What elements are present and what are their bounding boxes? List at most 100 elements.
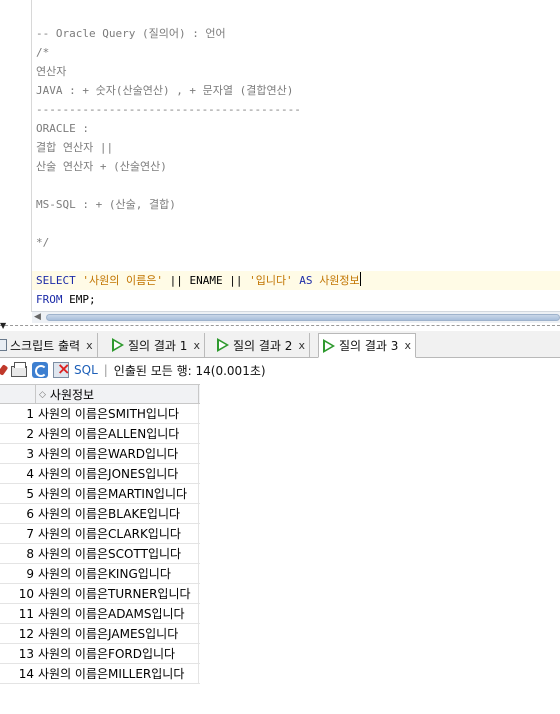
table-cell[interactable]: 사원의 이름은SMITH입니다 bbox=[38, 404, 199, 424]
row-number: 14 bbox=[18, 667, 34, 681]
table-row[interactable]: 8 사원의 이름은SCOTT입니다 bbox=[0, 544, 200, 564]
table-row[interactable]: 7 사원의 이름은CLARK입니다 bbox=[0, 524, 200, 544]
table-cell[interactable]: 사원의 이름은KING입니다 bbox=[38, 564, 199, 584]
code-token: ENAME bbox=[189, 274, 223, 287]
table-cell[interactable]: 사원의 이름은FORD입니다 bbox=[38, 644, 199, 664]
results-tab-bar: 스크립트 출력 x 질의 결과 1 x 질의 결과 2 x 질의 결과 3 x bbox=[0, 331, 560, 358]
table-row[interactable]: 1 사원의 이름은SMITH입니다 bbox=[0, 404, 200, 424]
code-line[interactable]: 연산자 bbox=[36, 62, 66, 81]
code-token: MS-SQL : + (산술, 결합) bbox=[36, 198, 176, 211]
fetch-status-text: 인출된 모든 행: 14(0.001초) bbox=[113, 363, 266, 378]
code-line[interactable]: JAVA : + 숫자(산술연산) , + 문자열 (결합연산) bbox=[36, 81, 293, 100]
code-token: SELECT bbox=[36, 274, 83, 287]
code-line[interactable]: FROM EMP; bbox=[36, 290, 96, 309]
row-number: 11 bbox=[18, 607, 34, 621]
row-number: 5 bbox=[26, 487, 34, 501]
code-line[interactable]: SELECT '사원의 이름은' || ENAME || '입니다' AS 사원… bbox=[36, 271, 361, 290]
results-toolbar: SQL | 인출된 모든 행: 14(0.001초) bbox=[0, 358, 560, 382]
editor-horizontal-scrollbar[interactable]: ◀ bbox=[32, 311, 560, 323]
refresh-icon[interactable] bbox=[32, 362, 48, 378]
gutter-divider bbox=[31, 0, 32, 312]
table-row[interactable]: 6 사원의 이름은BLAKE입니다 bbox=[0, 504, 200, 524]
code-line[interactable]: 산술 연산자 + (산술연산) bbox=[36, 157, 167, 176]
table-cell[interactable]: 사원의 이름은ALLEN입니다 bbox=[38, 424, 199, 444]
text-caret bbox=[359, 272, 361, 286]
code-line[interactable]: /* bbox=[36, 43, 49, 62]
table-row[interactable]: 2 사원의 이름은ALLEN입니다 bbox=[0, 424, 200, 444]
code-line[interactable]: ---------------------------------------- bbox=[36, 100, 301, 119]
tab-label: 질의 결과 1 bbox=[128, 338, 188, 353]
table-cell[interactable]: 사원의 이름은SCOTT입니다 bbox=[38, 544, 199, 564]
code-token: */ bbox=[36, 236, 50, 249]
code-line[interactable]: 결합 연산자 || bbox=[36, 138, 113, 157]
pin-icon[interactable] bbox=[0, 364, 9, 376]
scrollbar-thumb[interactable] bbox=[46, 314, 560, 321]
code-line[interactable]: -- Oracle Query (질의어) : 언어 bbox=[36, 24, 226, 43]
close-icon[interactable]: x bbox=[298, 339, 305, 352]
row-number-header[interactable] bbox=[0, 385, 36, 404]
code-token: -- Oracle Query (질의어) : 언어 bbox=[36, 27, 226, 40]
table-cell[interactable]: 사원의 이름은MILLER입니다 bbox=[38, 664, 199, 684]
row-number: 3 bbox=[26, 447, 34, 461]
code-line[interactable]: */ bbox=[36, 233, 49, 252]
collapse-arrow-icon[interactable]: ▼ bbox=[0, 321, 6, 330]
close-icon[interactable]: x bbox=[404, 339, 411, 352]
print-icon[interactable] bbox=[11, 362, 27, 377]
row-number: 2 bbox=[26, 427, 34, 441]
tab-query-result-0[interactable]: 스크립트 출력 x bbox=[0, 333, 98, 357]
table-cell[interactable]: 사원의 이름은ADAMS입니다 bbox=[38, 604, 199, 624]
code-token: '사원의 이름은' bbox=[82, 274, 163, 287]
column-header[interactable]: ◇ 사원정보 bbox=[37, 385, 199, 404]
table-row[interactable]: 13 사원의 이름은FORD입니다 bbox=[0, 644, 200, 664]
row-number: 4 bbox=[26, 467, 34, 481]
code-token: || bbox=[162, 274, 190, 287]
close-icon[interactable]: x bbox=[193, 339, 200, 352]
editor-gutter bbox=[0, 0, 30, 312]
clear-results-icon[interactable] bbox=[53, 359, 70, 378]
run-query-icon bbox=[217, 338, 229, 352]
grid-header: ◇ 사원정보 bbox=[0, 384, 200, 404]
table-cell[interactable]: 사원의 이름은TURNER입니다 bbox=[38, 584, 199, 604]
table-row[interactable]: 12 사원의 이름은JAMES입니다 bbox=[0, 624, 200, 644]
close-icon[interactable]: x bbox=[86, 339, 93, 352]
table-cell[interactable]: 사원의 이름은BLAKE입니다 bbox=[38, 504, 199, 524]
row-number: 9 bbox=[26, 567, 34, 581]
table-cell[interactable]: 사원의 이름은JONES입니다 bbox=[38, 464, 199, 484]
table-row[interactable]: 3 사원의 이름은WARD입니다 bbox=[0, 444, 200, 464]
tab-query-result-1[interactable]: 질의 결과 1 x bbox=[108, 333, 205, 357]
code-token: 산술 연산자 + (산술연산) bbox=[36, 160, 167, 173]
sql-button[interactable]: SQL bbox=[74, 363, 98, 377]
table-row[interactable]: 4 사원의 이름은JONES입니다 bbox=[0, 464, 200, 484]
sort-icon[interactable]: ◇ bbox=[39, 390, 46, 399]
code-token: ORACLE : bbox=[36, 122, 89, 135]
tab-query-result-2[interactable]: 질의 결과 2 x bbox=[213, 333, 310, 357]
row-number: 12 bbox=[18, 627, 34, 641]
sql-editor[interactable]: -- Oracle Query (질의어) : 언어 /* 연산자 JAVA : + … bbox=[0, 0, 560, 312]
toolbar-separator: | bbox=[103, 363, 108, 377]
tab-label: 스크립트 출력 bbox=[10, 338, 81, 353]
code-line[interactable]: MS-SQL : + (산술, 결합) bbox=[36, 195, 176, 214]
table-row[interactable]: 9 사원의 이름은KING입니다 bbox=[0, 564, 200, 584]
code-token: '입니다' bbox=[249, 274, 293, 287]
scroll-left-arrow-icon[interactable]: ◀ bbox=[34, 312, 41, 323]
table-row[interactable]: 5 사원의 이름은MARTIN입니다 bbox=[0, 484, 200, 504]
code-token: FROM bbox=[36, 293, 70, 306]
table-cell[interactable]: 사원의 이름은CLARK입니다 bbox=[38, 524, 199, 544]
table-cell[interactable]: 사원의 이름은JAMES입니다 bbox=[38, 624, 199, 644]
code-line[interactable]: ORACLE : bbox=[36, 119, 89, 138]
table-cell[interactable]: 사원의 이름은MARTIN입니다 bbox=[38, 484, 199, 504]
row-number: 8 bbox=[26, 547, 34, 561]
table-row[interactable]: 11 사원의 이름은ADAMS입니다 bbox=[0, 604, 200, 624]
panel-splitter[interactable]: ▼ bbox=[0, 321, 560, 331]
code-token: || bbox=[222, 274, 250, 287]
table-cell[interactable]: 사원의 이름은WARD입니다 bbox=[38, 444, 199, 464]
table-row[interactable]: 10 사원의 이름은TURNER입니다 bbox=[0, 584, 200, 604]
splitter-dashed-line bbox=[0, 325, 560, 326]
tab-label: 질의 결과 3 bbox=[339, 339, 399, 353]
tab-query-result-3[interactable]: 질의 결과 3 x bbox=[318, 333, 416, 358]
row-number: 13 bbox=[18, 647, 34, 661]
code-token: EMP; bbox=[69, 293, 96, 306]
table-row[interactable]: 14 사원의 이름은MILLER입니다 bbox=[0, 664, 200, 684]
code-token: 결합 연산자 || bbox=[36, 141, 114, 154]
code-token: JAVA : + 숫자(산술연산) , + 문자열 (결합연산) bbox=[36, 84, 294, 97]
